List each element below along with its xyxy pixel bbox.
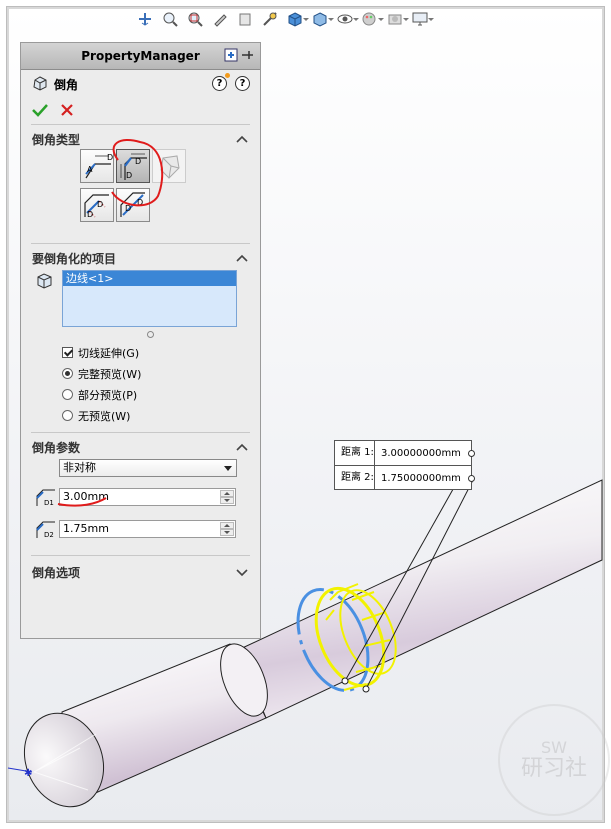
- apply-scene-icon[interactable]: [384, 9, 409, 29]
- svg-text:D: D: [107, 153, 113, 162]
- distance2-input[interactable]: 1.75mm: [59, 520, 236, 538]
- chevron-down-icon[interactable]: [236, 566, 248, 580]
- view-settings-icon[interactable]: [409, 9, 434, 29]
- zoom-area-icon[interactable]: [184, 9, 206, 29]
- property-manager-title: PropertyManager: [81, 49, 200, 63]
- previous-view-icon[interactable]: [209, 9, 231, 29]
- distance2-row: D2 1.75mm: [33, 518, 239, 540]
- cancel-x-icon[interactable]: [60, 103, 74, 120]
- full-preview-option[interactable]: 完整预览(W): [21, 363, 260, 384]
- no-preview-radio[interactable]: [62, 410, 73, 421]
- divider: [31, 124, 250, 125]
- callout-handle-icon[interactable]: [468, 475, 475, 482]
- display-style-icon[interactable]: [309, 9, 334, 29]
- svg-text:✱: ✱: [24, 768, 32, 779]
- section-view-icon[interactable]: [234, 9, 256, 29]
- list-item[interactable]: 边线<1>: [63, 271, 236, 286]
- tangent-propagation-checkbox[interactable]: [62, 347, 73, 358]
- svg-text:A: A: [87, 165, 93, 174]
- distance2-icon: D2: [35, 520, 57, 543]
- chevron-up-icon[interactable]: [236, 252, 248, 266]
- view-orientation-icon[interactable]: [134, 9, 156, 29]
- chamfer-type-buttons: A D D D D D D D: [21, 149, 260, 239]
- callout-row-1[interactable]: 距离 1: 3.00000000mm: [335, 441, 475, 466]
- chevron-down-icon[interactable]: [224, 466, 232, 471]
- offset-face-button[interactable]: D D: [80, 188, 114, 222]
- help-icon[interactable]: ?: [212, 73, 230, 91]
- panel-layout-icon[interactable]: [224, 48, 238, 65]
- options-section-title: 倒角选项: [32, 565, 81, 580]
- callout-row-2[interactable]: 距离 2: 1.75000000mm: [335, 466, 475, 490]
- ok-check-icon[interactable]: [32, 103, 48, 120]
- chamfer-mode-select[interactable]: 非对称: [59, 459, 237, 477]
- heads-up-toolbar: [134, 8, 434, 30]
- action-buttons-row: [21, 98, 260, 124]
- help-question-icon[interactable]: ?: [235, 76, 250, 91]
- callout-label-1: 距离 1:: [335, 441, 375, 465]
- distance2-spinner[interactable]: [220, 522, 234, 536]
- edit-appearance-icon[interactable]: [359, 9, 384, 29]
- params-controls: 非对称 D1 3.00mm D2 1.75mm: [21, 457, 260, 553]
- options-section-header[interactable]: 倒角选项: [21, 562, 260, 582]
- feature-title: 倒角: [54, 77, 79, 92]
- svg-text:D: D: [137, 198, 143, 207]
- callout-label-2: 距离 2:: [335, 466, 375, 490]
- svg-text:D: D: [126, 171, 132, 180]
- svg-text:D: D: [125, 204, 131, 213]
- svg-text:D: D: [87, 210, 93, 219]
- large-cylinder[interactable]: [11, 637, 277, 818]
- callout-value-2[interactable]: 1.75000000mm: [375, 473, 461, 484]
- chamfer-type-title: 倒角类型: [32, 132, 81, 147]
- tangent-propagation-option[interactable]: 切线延伸(G): [21, 342, 260, 363]
- params-section-title: 倒角参数: [32, 440, 81, 455]
- items-section-title: 要倒角化的项目: [32, 251, 117, 266]
- view-orientation-cube-icon[interactable]: [284, 9, 309, 29]
- svg-text:D: D: [135, 157, 141, 166]
- edge-selection-icon: [35, 272, 53, 293]
- partial-preview-radio[interactable]: [62, 389, 73, 400]
- items-selection-area: 边线<1>: [21, 270, 260, 342]
- divider: [31, 243, 250, 244]
- zoom-to-fit-icon[interactable]: [159, 9, 181, 29]
- svg-text:D: D: [97, 200, 103, 209]
- pin-icon[interactable]: [240, 48, 254, 65]
- distance-distance-button[interactable]: D D: [116, 149, 150, 183]
- feature-title-row: 倒角 ? ?: [21, 70, 260, 98]
- params-section-header[interactable]: 倒角参数: [21, 437, 260, 457]
- chamfer-type-section-header[interactable]: 倒角类型: [21, 129, 260, 149]
- distance1-input[interactable]: 3.00mm: [59, 488, 236, 506]
- distance1-spinner[interactable]: [220, 490, 234, 504]
- watermark-logo: SW 研习社: [498, 704, 610, 816]
- hide-show-items-icon[interactable]: [334, 9, 359, 29]
- property-manager-panel: PropertyManager 倒角 ? ? 倒角类型 A D D D D D …: [20, 42, 261, 639]
- face-face-button[interactable]: D D: [116, 188, 150, 222]
- distance1-row: D1 3.00mm: [33, 486, 239, 508]
- callout-handle-icon[interactable]: [468, 450, 475, 457]
- no-preview-option[interactable]: 无预览(W): [21, 405, 260, 426]
- edge-selection-list[interactable]: 边线<1>: [62, 270, 237, 327]
- callout-value-1[interactable]: 3.00000000mm: [375, 448, 461, 459]
- property-manager-header: PropertyManager: [21, 43, 260, 70]
- shaft-body[interactable]: [237, 479, 603, 719]
- items-section-header[interactable]: 要倒角化的项目: [21, 248, 260, 268]
- angle-distance-button[interactable]: A D: [80, 149, 114, 183]
- full-preview-radio[interactable]: [62, 368, 73, 379]
- svg-text:D2: D2: [44, 531, 54, 539]
- partial-preview-option[interactable]: 部分预览(P): [21, 384, 260, 405]
- divider: [31, 555, 250, 556]
- vertex-chamfer-button[interactable]: [152, 149, 186, 183]
- chevron-up-icon[interactable]: [236, 133, 248, 147]
- svg-text:D1: D1: [44, 499, 54, 507]
- resize-handle-icon[interactable]: [147, 331, 154, 338]
- distance1-icon: D1: [35, 488, 57, 511]
- dynamic-annotation-icon[interactable]: [259, 9, 281, 29]
- origin-triad-icon: ✱: [7, 767, 32, 779]
- dimension-callout[interactable]: 距离 1: 3.00000000mm 距离 2: 1.75000000mm: [334, 440, 475, 490]
- chevron-up-icon[interactable]: [236, 441, 248, 455]
- divider: [31, 432, 250, 433]
- chamfer-feature-icon: [32, 75, 48, 94]
